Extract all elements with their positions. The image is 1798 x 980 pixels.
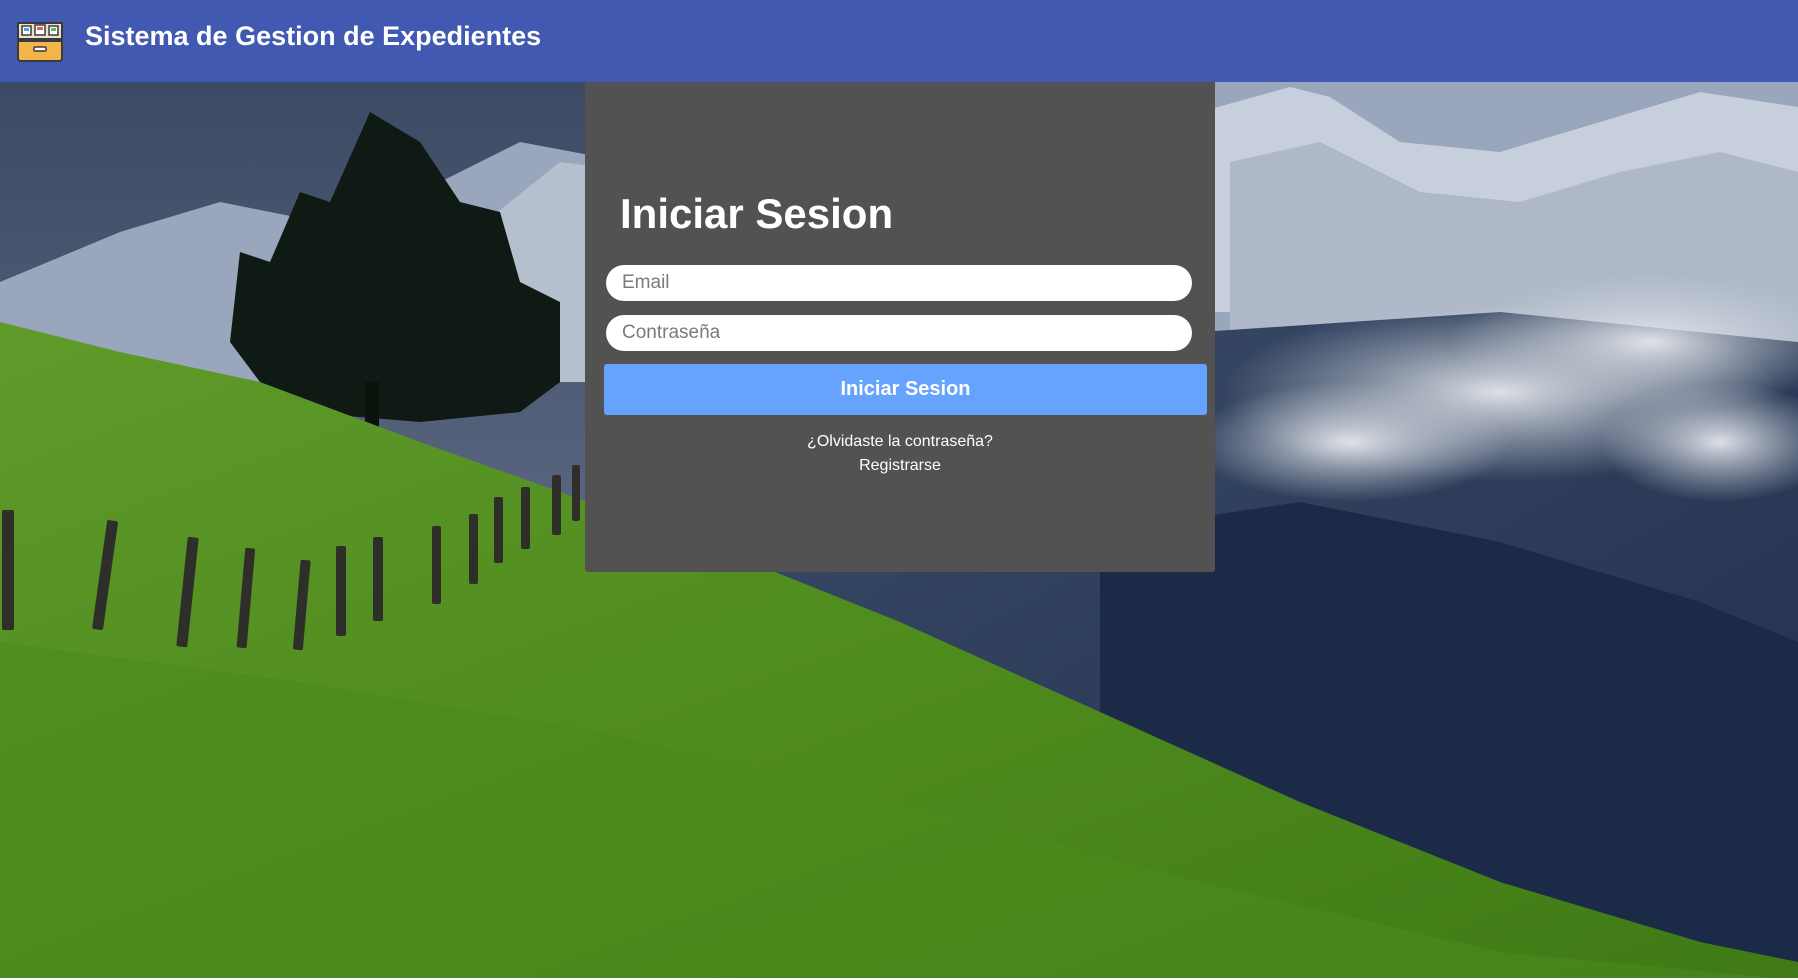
register-link[interactable]: Registrarse: [585, 456, 1215, 476]
login-card: Iniciar Sesion Iniciar Sesion ¿Olvidaste…: [585, 82, 1215, 572]
file-cabinet-icon[interactable]: [16, 17, 64, 65]
top-header-bar: Sistema de Gestion de Expedientes: [0, 0, 1798, 82]
password-input[interactable]: [606, 315, 1192, 351]
forgot-password-link[interactable]: ¿Olvidaste la contraseña?: [585, 432, 1215, 452]
page: Sistema de Gestion de Expedientes Inicia…: [0, 0, 1798, 980]
login-submit-button[interactable]: Iniciar Sesion: [604, 364, 1207, 415]
app-title: Sistema de Gestion de Expedientes: [85, 21, 542, 51]
login-title: Iniciar Sesion: [620, 190, 894, 237]
email-input[interactable]: [606, 265, 1192, 301]
